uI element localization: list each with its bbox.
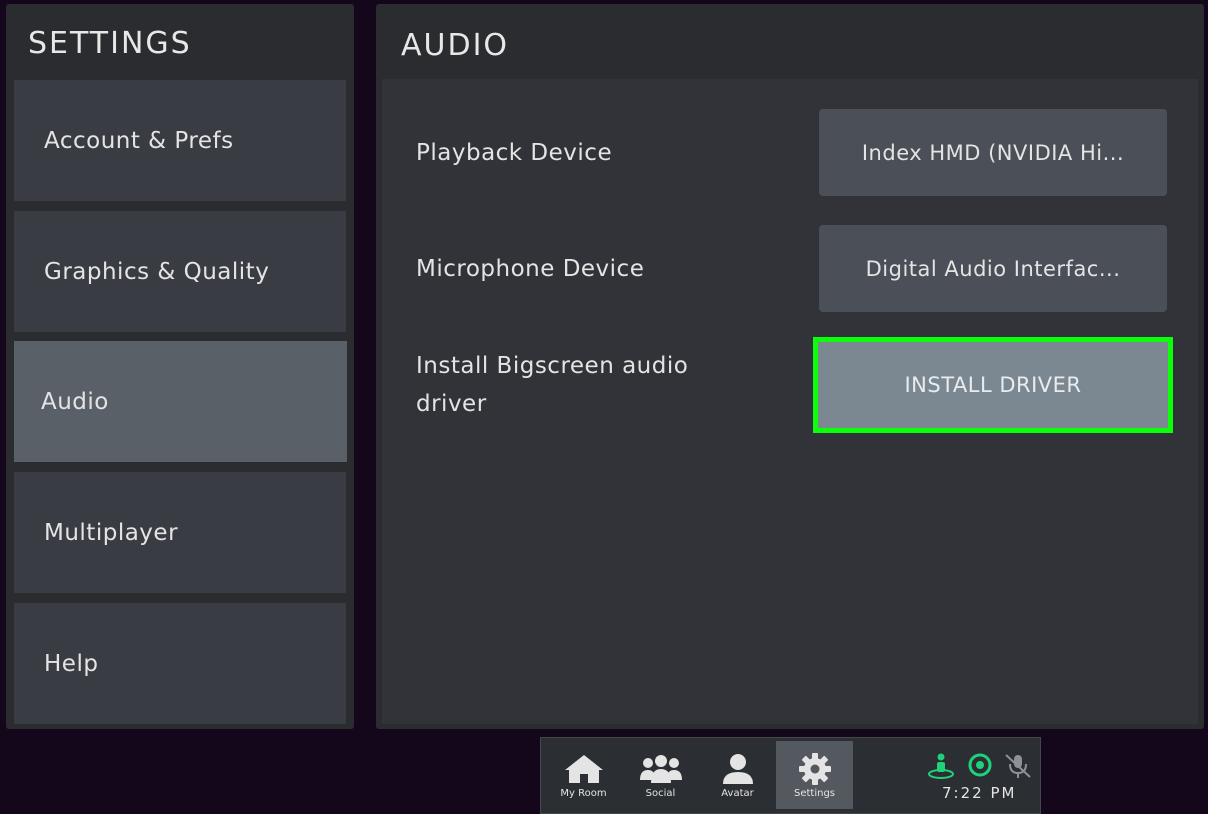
install-driver-label: Install Bigscreen audio driver [416,353,689,417]
gear-icon [797,753,833,785]
taskbar: My Room Social Avatar Settings 7:22 PM [540,737,1041,814]
sidebar-item-help[interactable]: Help [14,603,346,724]
microphone-device-select[interactable]: Digital Audio Interfac... [819,225,1167,312]
sidebar-item-account-prefs[interactable]: Account & Prefs [14,80,346,201]
taskbar-settings[interactable]: Settings [776,741,853,809]
sidebar-title: SETTINGS [28,26,192,61]
taskbar-label: Avatar [721,788,754,799]
taskbar-label: Settings [793,788,835,799]
taskbar-label: Social [645,788,676,799]
user-presence-icon [927,752,955,779]
install-driver-button[interactable]: INSTALL DRIVER [813,337,1173,433]
sidebar-item-multiplayer[interactable]: Multiplayer [14,472,346,593]
playback-device-label: Playback Device [416,140,613,166]
microphone-device-label: Microphone Device [416,256,645,282]
playback-device-select[interactable]: Index HMD (NVIDIA Hi... [819,109,1167,196]
taskbar-avatar[interactable]: Avatar [699,741,776,809]
taskbar-label: My Room [560,788,607,799]
settings-sidebar: SETTINGS Account & Prefs Graphics & Qual… [6,4,354,729]
sidebar-item-graphics-quality[interactable]: Graphics & Quality [14,211,346,332]
target-icon [966,752,994,778]
audio-settings-panel: AUDIO Playback Device Index HMD (NVIDIA … [376,4,1204,729]
clock: 7:22 PM [942,784,1017,802]
home-icon [564,753,604,785]
taskbar-social[interactable]: Social [622,741,699,809]
page-title: AUDIO [401,28,510,63]
settings-body: Playback Device Index HMD (NVIDIA Hi... … [382,79,1198,724]
taskbar-my-room[interactable]: My Room [545,741,622,809]
sidebar-item-audio[interactable]: Audio [14,341,347,462]
mic-muted-icon[interactable] [1003,752,1031,778]
person-icon [721,753,755,785]
group-icon [639,753,683,785]
